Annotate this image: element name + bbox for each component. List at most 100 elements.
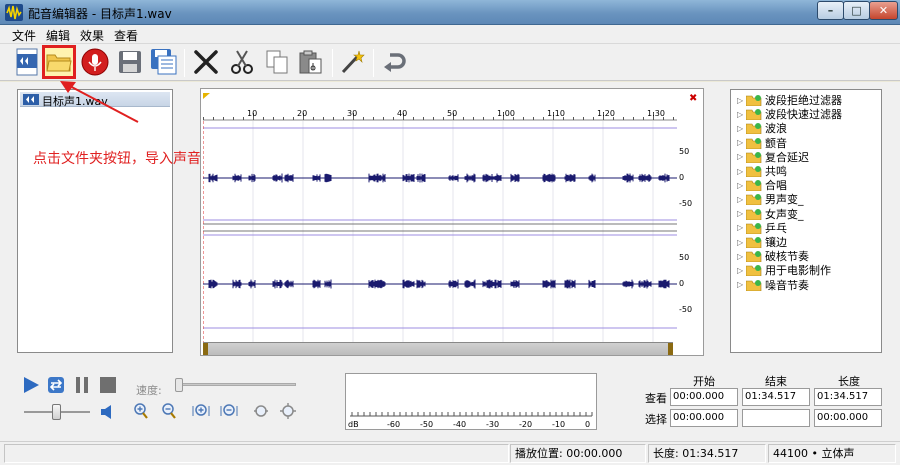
menu-effects[interactable]: 效果 [80, 27, 104, 44]
y-axis-label: 0 [679, 279, 685, 288]
expand-arrow-icon[interactable]: ▷ [737, 209, 746, 218]
effect-tree-item[interactable]: ▷ 噪音节奏 [737, 278, 809, 292]
effect-tree-item[interactable]: ▷ 男声变_ [737, 192, 804, 206]
save-as-button[interactable] [149, 47, 179, 77]
effect-tree-item[interactable]: ▷ 合唱 [737, 178, 787, 192]
view-start-field[interactable]: 00:00.000 [670, 388, 738, 406]
horizontal-scrollbar[interactable] [203, 342, 673, 355]
close-wave-icon[interactable]: ✖ [689, 93, 697, 104]
timeline-ruler[interactable]: 10 20 30 40 50 1:00 1:10 1:20 1:30 [203, 91, 677, 121]
effect-tree-item[interactable]: ▷ 波段拒绝过滤器 [737, 93, 842, 107]
close-button[interactable]: ✕ [869, 1, 898, 20]
menu-view[interactable]: 查看 [114, 27, 138, 44]
expand-arrow-icon[interactable]: ▷ [737, 266, 746, 275]
effect-folder-icon [746, 123, 762, 135]
expand-arrow-icon[interactable]: ▷ [737, 223, 746, 232]
stop-icon[interactable] [99, 376, 117, 394]
expand-arrow-icon[interactable]: ▷ [737, 167, 746, 176]
menu-bar: 文件 编辑 效果 查看 [0, 25, 900, 43]
selection-start-field[interactable]: 00:00.000 [670, 409, 738, 427]
expand-arrow-icon[interactable]: ▷ [737, 238, 746, 247]
effect-tree-item[interactable]: ▷ 女声变_ [737, 207, 804, 221]
save-as-icon [151, 49, 177, 75]
paste-button[interactable] [296, 47, 326, 77]
effect-tree-item[interactable]: ▷ 用于电影制作 [737, 263, 831, 277]
scissors-icon [231, 50, 253, 74]
audio-file-icon [16, 48, 38, 76]
speaker-icon[interactable] [100, 404, 114, 420]
effect-tree-item[interactable]: ▷ 复合延迟 [737, 150, 809, 164]
selection-end-field[interactable] [742, 409, 810, 427]
selection-start-marker[interactable] [203, 343, 208, 355]
selection-row-label: 选择 [645, 413, 667, 426]
y-axis-label: 50 [679, 147, 690, 156]
copy-button[interactable] [262, 47, 292, 77]
file-list-panel: 目标声1.wav [17, 89, 173, 353]
effect-tree-item[interactable]: ▷ 乒乓 [737, 221, 787, 235]
effect-folder-icon [746, 237, 762, 248]
meter-scale-label: -20 [519, 420, 533, 429]
effect-tree-item[interactable]: ▷ 波浪 [737, 121, 787, 135]
expand-arrow-icon[interactable]: ▷ [737, 110, 746, 119]
expand-arrow-icon[interactable]: ▷ [737, 124, 746, 133]
open-folder-button[interactable] [42, 45, 76, 79]
expand-arrow-icon[interactable]: ▷ [737, 138, 746, 147]
scissors-button[interactable] [227, 47, 257, 77]
title-bar: 配音编辑器 - 目标声1.wav – □ ✕ [0, 0, 900, 25]
meter-scale-label: -10 [552, 420, 566, 429]
selection-length-field[interactable]: 00:00.000 [814, 409, 882, 427]
timeline-tick-label: 30 [347, 109, 358, 118]
effect-folder-icon [746, 151, 762, 163]
expand-arrow-icon[interactable]: ▷ [737, 96, 746, 105]
effects-tree: ▷ 波段拒绝过滤器 ▷ 波段快速过滤器 ▷ 波浪 ▷ 颤音 ▷ 复合延迟 ▷ 共鸣 ▷ 合唱 ▷ 男声变_ ▷ 女… [730, 89, 882, 353]
save-button[interactable] [115, 47, 145, 77]
end-header: 结束 [765, 375, 787, 388]
effect-tree-item[interactable]: ▷ 波段快速过滤器 [737, 107, 842, 121]
selection-end-marker[interactable] [668, 343, 673, 355]
zoom-full-icon[interactable] [279, 402, 297, 420]
waveform-view[interactable] [203, 121, 677, 343]
zoom-out-selection-icon[interactable] [220, 402, 238, 420]
record-button[interactable] [80, 47, 110, 77]
copy-icon [266, 50, 288, 74]
expand-arrow-icon[interactable]: ▷ [737, 195, 746, 204]
view-end-field[interactable]: 01:34.517 [742, 388, 810, 406]
expand-arrow-icon[interactable]: ▷ [737, 252, 746, 261]
cut-button[interactable] [191, 47, 221, 77]
expand-arrow-icon[interactable]: ▷ [737, 181, 746, 190]
audio-file-button[interactable] [12, 47, 42, 77]
undo-button[interactable] [380, 47, 410, 77]
maximize-button[interactable]: □ [843, 1, 870, 20]
zoom-in-icon[interactable] [133, 402, 149, 420]
undo-icon [384, 53, 406, 72]
expand-arrow-icon[interactable]: ▷ [737, 280, 746, 289]
timeline-tick-label: 1:10 [547, 109, 565, 118]
play-icon[interactable] [22, 376, 40, 394]
effect-tree-item[interactable]: ▷ 共鸣 [737, 164, 787, 178]
timeline-tick-label: 1:30 [647, 109, 665, 118]
expand-arrow-icon[interactable]: ▷ [737, 152, 746, 161]
effect-tree-item[interactable]: ▷ 颤音 [737, 136, 787, 150]
length-status: 长度: 01:34.517 [648, 444, 766, 463]
waveform-panel[interactable]: 10 20 30 40 50 1:00 1:10 1:20 1:30 ✖ 50 0 -50 50… [200, 88, 704, 356]
zoom-in-selection-icon[interactable] [192, 402, 210, 420]
magic-wand-button[interactable] [337, 47, 367, 77]
speed-slider-track[interactable] [178, 383, 296, 386]
zoom-fit-icon[interactable] [252, 402, 270, 420]
menu-file[interactable]: 文件 [12, 27, 36, 44]
zoom-out-icon[interactable] [161, 402, 177, 420]
speed-slider-thumb[interactable] [175, 378, 183, 392]
annotation-arrow [60, 81, 139, 123]
menu-edit[interactable]: 编辑 [46, 27, 70, 44]
minimize-button[interactable]: – [817, 1, 844, 20]
timeline-tick-label: 10 [247, 109, 258, 118]
view-length-field[interactable]: 01:34.517 [814, 388, 882, 406]
pause-icon[interactable] [74, 376, 90, 394]
volume-slider-thumb[interactable] [52, 404, 61, 420]
magic-wand-icon [341, 50, 365, 74]
effect-tree-item[interactable]: ▷ 镶边 [737, 235, 787, 249]
start-header: 开始 [693, 375, 715, 388]
loop-icon[interactable] [47, 376, 65, 394]
effect-tree-item[interactable]: ▷ 破核节奏 [737, 249, 809, 263]
status-empty [4, 444, 509, 463]
